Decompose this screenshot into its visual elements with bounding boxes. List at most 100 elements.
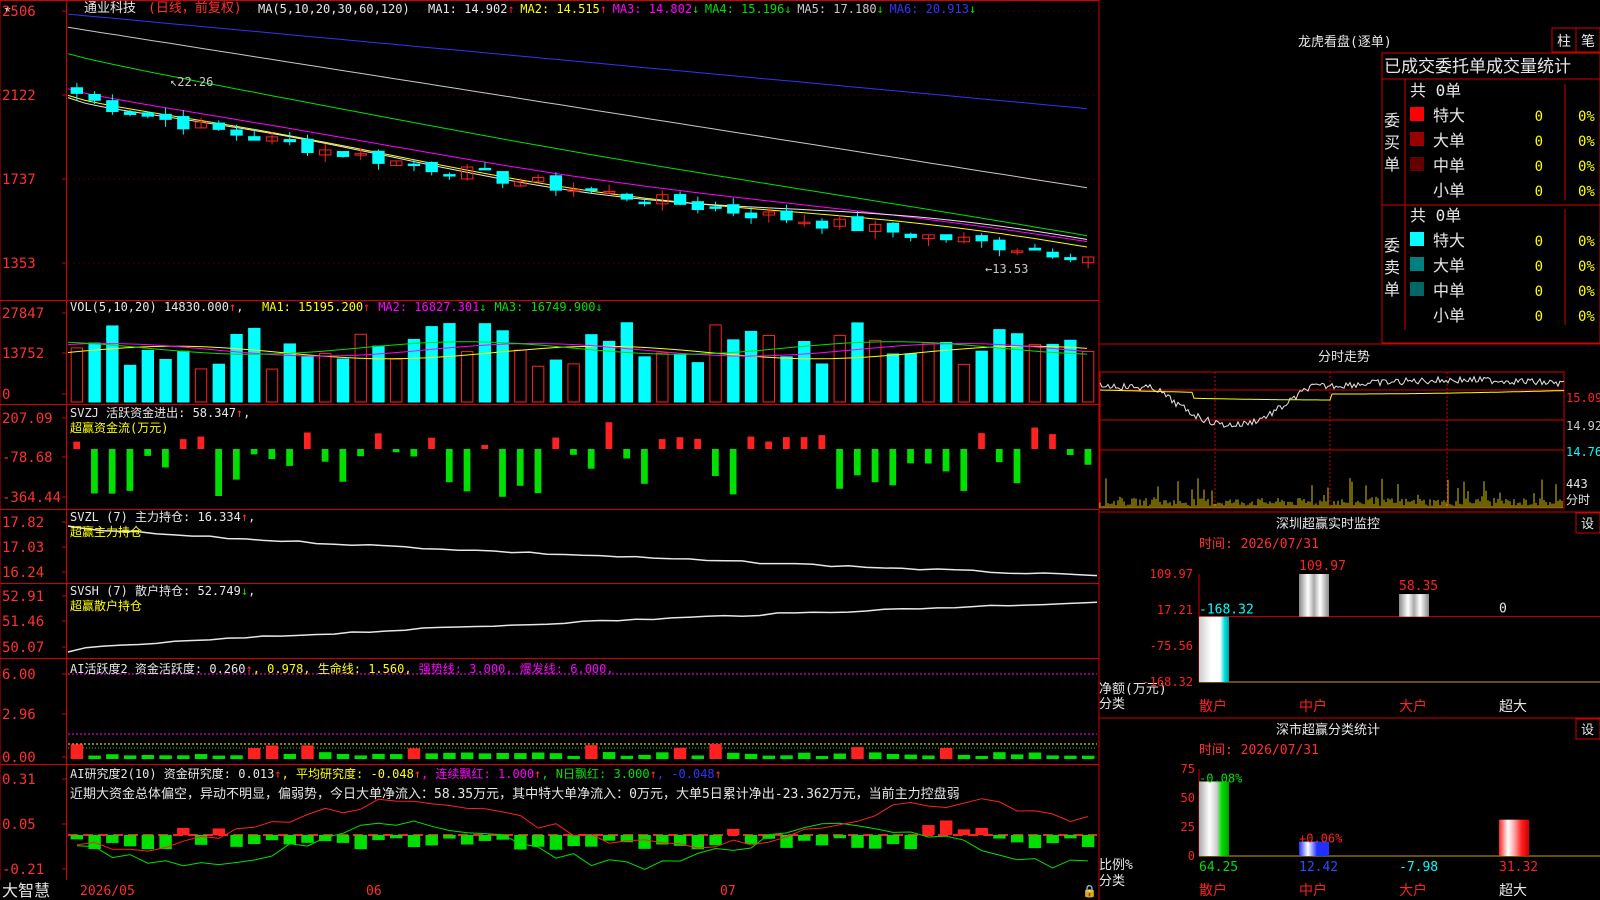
activity-bar: [620, 755, 634, 759]
price-panel[interactable]: ★ 通业科技 (日线，前复权) MA(5,10,20,30,60,120) MA…: [4, 0, 1097, 276]
svsh-panel[interactable]: SVSH (7) 散户持仓: 52.749↓, 超赢散户持仓: [67, 583, 1098, 653]
flow-bar: [1084, 449, 1092, 465]
volume-bar: [478, 323, 492, 403]
volume-bar: [549, 359, 563, 403]
research-bar: [549, 835, 563, 850]
candlesticks[interactable]: [70, 82, 1095, 269]
volume-panel[interactable]: VOL(5,10,20) 14830.000↑, MA1: 15195.200↑…: [67, 300, 1095, 403]
y-tick-label: 0.05: [2, 817, 36, 833]
volume-bar: [230, 333, 243, 403]
x-label-2: 06: [366, 884, 382, 899]
research-bar: [123, 835, 137, 847]
tab-zhu-label: 柱: [1557, 34, 1571, 50]
y-tick-label: -364.44: [2, 490, 61, 506]
y-tick-label: 13752: [2, 346, 44, 362]
activity-bar: [638, 754, 651, 759]
flow-bar: [729, 449, 737, 495]
flow-bar: [534, 449, 542, 494]
activity-bar: [230, 755, 243, 759]
flow-bar: [960, 449, 968, 491]
sell-side-table: 委卖单 共 0单特大 0 0% 大单 0 0% 中单 0 0% 小单 0 0%: [1384, 206, 1595, 325]
candle-body: [230, 129, 243, 136]
volume-bar: [531, 365, 545, 403]
candle-body: [336, 151, 350, 157]
activity-bar: [70, 744, 84, 759]
candle-body: [159, 113, 172, 120]
volume-bar: [886, 353, 900, 403]
ai1-header-part: , 0.978, 生命线: 1.560,: [253, 661, 412, 676]
activity-bar: [425, 753, 438, 759]
svzl-panel[interactable]: SVZL (7) 主力持仓: 16.334↑, 超赢主力持仓: [67, 509, 1098, 577]
intraday-avg-line: [1099, 389, 1564, 401]
volume-bar: [194, 368, 208, 403]
ai2-header-part: , 连续飘红: 1.000: [421, 766, 534, 781]
svzj-bars: [73, 422, 1092, 497]
y-tick-label: 17.82: [2, 515, 44, 531]
ma-line: [67, 97, 1088, 240]
volume-bar: [940, 341, 953, 403]
row-pct: 0%: [1578, 284, 1595, 300]
svzl-line: [67, 525, 1098, 577]
research-bar: [851, 835, 864, 848]
flow-bar: [374, 433, 382, 449]
research-bar: [833, 835, 846, 839]
activity-bar: [744, 753, 758, 759]
vol-ma-value: MA3: 16749.900↓: [494, 300, 602, 314]
activity-bar: [1081, 755, 1095, 759]
flow-bar: [499, 449, 506, 497]
candle-body: [851, 216, 864, 232]
classify-value-label: 31.32: [1499, 860, 1538, 875]
activity-bar: [514, 753, 527, 759]
activity-bar: [602, 752, 616, 759]
candle-body: [780, 210, 793, 221]
volume-bar: [851, 322, 864, 403]
ai-research-panel[interactable]: AI研究度2(10) 资金研究度: 0.013↑, 平均研究度: -0.048↑…: [68, 766, 1097, 870]
intraday-title: 分时走势: [1318, 349, 1370, 365]
candle-body: [815, 220, 829, 229]
ma-value: MA4: 15.196↓: [705, 2, 792, 16]
monitor-title: 深圳超赢实时监控: [1276, 516, 1380, 532]
activity-bar: [443, 752, 456, 759]
ma-value: MA2: 14.515↑: [520, 2, 607, 16]
volume-bar: [709, 324, 722, 403]
candle-body: [638, 201, 651, 205]
activity-bar: [851, 747, 864, 759]
flow-bar: [995, 449, 1003, 463]
flow-bar: [339, 449, 347, 482]
flow-bar: [676, 437, 684, 449]
flow-bar: [428, 437, 435, 449]
activity-bar: [106, 754, 119, 759]
activity-bar: [319, 752, 332, 759]
classify-y-tick: 25: [1181, 820, 1195, 834]
side-label-char: 卖: [1384, 258, 1400, 277]
research-bar: [372, 835, 385, 841]
ma-arrow: ↓: [969, 2, 976, 16]
price-grid: [68, 10, 1097, 264]
classify-category: 散户: [1199, 882, 1227, 899]
ai-activity-panel[interactable]: AI活跃度2 资金活跃度: 0.260↑, 0.978, 生命线: 1.560,…: [68, 661, 1097, 759]
trade-stats-title: 已成交委托单成交量统计: [1384, 57, 1571, 77]
research-bar: [70, 835, 84, 840]
activity-bar: [159, 755, 172, 759]
row-pct: 0%: [1578, 309, 1595, 325]
svzj-panel[interactable]: SVZJ 活跃资金进出: 58.347↑, 超赢资金流(万元): [70, 405, 1092, 497]
candle-body: [1064, 257, 1077, 261]
activity-bar: [194, 754, 208, 759]
row-name: 中单: [1433, 156, 1465, 175]
classify-title: 深市超赢分类统计: [1276, 722, 1380, 738]
flow-bar: [179, 439, 187, 449]
volume-bar: [514, 349, 527, 403]
svzj-header: SVZJ 活跃资金进出: 58.347↑,: [70, 405, 250, 420]
monitor-category: 超大: [1499, 699, 1527, 715]
intraday-chart[interactable]: 15.09 14.92 14.76 443 分时: [1099, 371, 1600, 509]
y-tick-label: 0.00: [2, 750, 36, 766]
ai2-header-part: AI研究度2(10) 资金研究度: 0.013: [70, 766, 274, 781]
side-label-char: 买: [1384, 133, 1400, 152]
activity-bar: [301, 745, 314, 759]
candle-body: [904, 233, 917, 238]
y-tick-label: 1737: [2, 172, 36, 188]
candle-body: [496, 171, 509, 184]
research-bar: [514, 835, 527, 850]
vol-ma-arrow: ↓: [479, 300, 486, 314]
monitor-value-label: 0: [1499, 602, 1507, 617]
